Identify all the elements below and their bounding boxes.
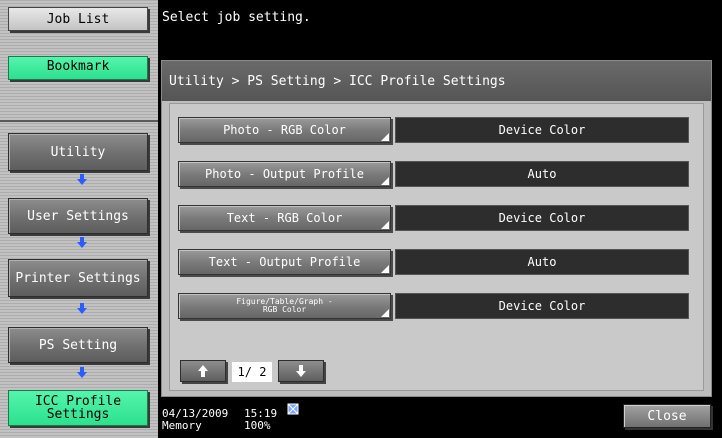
arrow-down-icon [296, 365, 306, 377]
photo-output-profile-button[interactable]: Photo - Output Profile [178, 161, 391, 187]
breadcrumb: Utility > PS Setting > ICC Profile Setti… [169, 74, 506, 89]
status-time: 15:19 [244, 407, 278, 420]
text-output-profile-button[interactable]: Text - Output Profile [178, 249, 391, 275]
sidebar-item-label: Utility [50, 144, 106, 160]
main-panel: Utility > PS Setting > ICC Profile Setti… [161, 60, 712, 397]
setting-value: Device Color [395, 293, 689, 319]
photo-rgb-color-button[interactable]: Photo - RGB Color [178, 117, 391, 143]
setting-label: Text - RGB Color [226, 211, 343, 225]
sidebar-item-user-settings[interactable]: User Settings [8, 198, 148, 234]
sidebar-item-label: Printer Settings [15, 270, 141, 286]
corner-marker-icon [381, 221, 389, 229]
settings-list: Photo - RGB Color Device Color Photo - O… [169, 103, 704, 391]
figure-table-graph-rgb-color-button[interactable]: Figure/Table/Graph - RGB Color [178, 293, 391, 319]
sidebar-item-label: ICC Profile Settings [34, 394, 122, 422]
memory-value: 100% [244, 419, 271, 432]
close-button[interactable]: Close [623, 404, 711, 428]
bookmark-button[interactable]: Bookmark [8, 56, 148, 80]
job-list-button[interactable]: Job List [8, 7, 148, 31]
sidebar-item-icc-profile-settings[interactable]: ICC Profile Settings [8, 390, 148, 426]
setting-label: Photo - RGB Color [223, 123, 346, 137]
sidebar: Job List Bookmark Utility User Settings … [0, 0, 158, 438]
corner-marker-icon [381, 133, 389, 141]
bookmark-label: Bookmark [46, 59, 110, 74]
sidebar-item-printer-settings[interactable]: Printer Settings [8, 259, 148, 297]
page-up-button[interactable] [180, 360, 226, 382]
page-down-button[interactable] [278, 360, 324, 382]
setting-label: Text - Output Profile [208, 255, 361, 269]
arrow-up-icon [198, 365, 208, 377]
network-status-icon [286, 402, 300, 418]
status-date: 04/13/2009 [162, 407, 229, 420]
setting-value: Auto [395, 161, 689, 187]
setting-value: Device Color [395, 205, 689, 231]
instruction-message: Select job setting. [162, 10, 311, 25]
sidebar-item-ps-setting[interactable]: PS Setting [8, 327, 148, 363]
breadcrumb-bar: Utility > PS Setting > ICC Profile Setti… [162, 61, 711, 101]
setting-value: Auto [395, 249, 689, 275]
corner-marker-icon [381, 309, 389, 317]
text-rgb-color-button[interactable]: Text - RGB Color [178, 205, 391, 231]
sidebar-item-label: PS Setting [38, 337, 118, 353]
corner-marker-icon [381, 177, 389, 185]
memory-label: Memory [162, 419, 202, 432]
setting-value: Device Color [395, 117, 689, 143]
sidebar-item-label: User Settings [27, 208, 129, 224]
setting-label: Figure/Table/Graph - RGB Color [236, 297, 333, 314]
sidebar-item-utility[interactable]: Utility [8, 133, 148, 171]
sidebar-divider [0, 120, 158, 122]
corner-marker-icon [381, 265, 389, 273]
job-list-label: Job List [46, 11, 110, 27]
page-indicator: 1/ 2 [232, 362, 272, 382]
setting-label: Photo - Output Profile [205, 167, 364, 181]
